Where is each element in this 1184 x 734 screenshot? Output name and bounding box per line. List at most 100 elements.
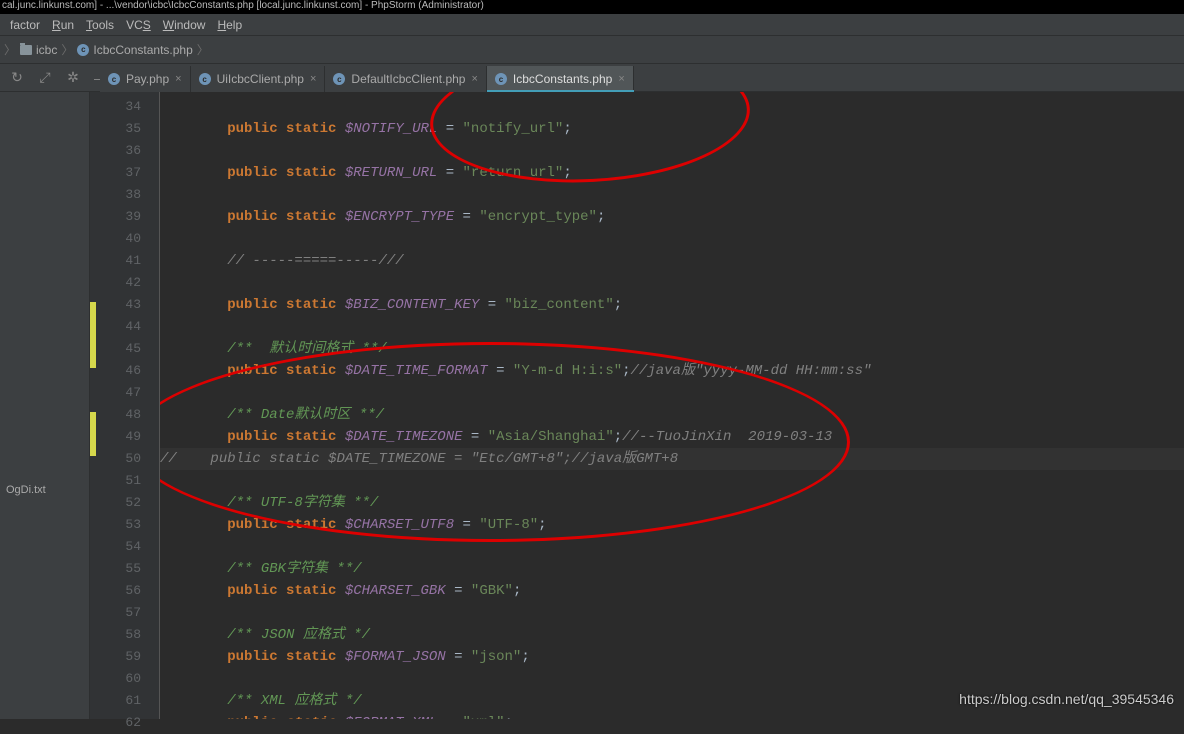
line-number: 51 bbox=[90, 470, 159, 492]
close-icon[interactable]: × bbox=[175, 73, 181, 85]
code-line[interactable]: public static $NOTIFY_URL = "notify_url"… bbox=[160, 118, 1184, 140]
expand-icon[interactable]: ⤢ bbox=[36, 69, 54, 87]
line-number: 43 bbox=[90, 294, 159, 316]
sidebar-file-item[interactable]: OgDi.txt bbox=[6, 484, 46, 496]
code-line[interactable]: public static $DATE_TIMEZONE = "Asia/Sha… bbox=[160, 426, 1184, 448]
menu-tools[interactable]: Tools bbox=[80, 16, 120, 34]
gear-icon[interactable]: ✲ bbox=[64, 69, 82, 87]
tab-label: DefaultIcbcClient.php bbox=[351, 72, 465, 86]
close-icon[interactable]: × bbox=[471, 73, 477, 85]
breadcrumb-folder-label: icbc bbox=[36, 43, 57, 57]
editor-tabs: c Pay.php × c UiIcbcClient.php × c DefaultIcbcC… bbox=[100, 64, 634, 92]
line-number: 53 bbox=[90, 514, 159, 536]
line-number: 61 bbox=[90, 690, 159, 712]
line-number: 41 bbox=[90, 250, 159, 272]
close-icon[interactable]: × bbox=[618, 73, 624, 85]
line-number: 36 bbox=[90, 140, 159, 162]
close-icon[interactable]: × bbox=[310, 73, 316, 85]
php-file-icon: c bbox=[495, 73, 507, 85]
code-line[interactable]: /** JSON 应格式 */ bbox=[160, 624, 1184, 646]
chevron-right-icon: 〉 bbox=[4, 41, 16, 58]
line-number: 60 bbox=[90, 668, 159, 690]
line-number: 58 bbox=[90, 624, 159, 646]
tab-label: IcbcConstants.php bbox=[513, 72, 612, 86]
line-number: 45 bbox=[90, 338, 159, 360]
code-line[interactable] bbox=[160, 316, 1184, 338]
code-line[interactable] bbox=[160, 470, 1184, 492]
sync-icon[interactable]: ↻ bbox=[8, 69, 26, 87]
code-line[interactable]: public static $CHARSET_GBK = "GBK"; bbox=[160, 580, 1184, 602]
code-line[interactable]: // -----=====-----/// bbox=[160, 250, 1184, 272]
line-number: 42 bbox=[90, 272, 159, 294]
title-bar: cal.junc.linkunst.com] - ...\vendor\icbc… bbox=[0, 0, 1184, 14]
line-number: 47 bbox=[90, 382, 159, 404]
line-number-gutter: 3435363738394041424344454647484950515253… bbox=[90, 92, 160, 719]
php-file-icon: c bbox=[77, 44, 89, 56]
code-line[interactable] bbox=[160, 668, 1184, 690]
tab-label: Pay.php bbox=[126, 72, 169, 86]
code-line[interactable]: public static $FORMAT_JSON = "json"; bbox=[160, 646, 1184, 668]
line-number: 55 bbox=[90, 558, 159, 580]
line-number: 52 bbox=[90, 492, 159, 514]
php-file-icon: c bbox=[199, 73, 211, 85]
chevron-right-icon: 〉 bbox=[197, 41, 209, 58]
code-line[interactable]: public static $CHARSET_UTF8 = "UTF-8"; bbox=[160, 514, 1184, 536]
breadcrumb-file[interactable]: c IcbcConstants.php bbox=[77, 43, 192, 57]
tab-uiicbcclient-php[interactable]: c UiIcbcClient.php × bbox=[191, 66, 326, 92]
tab-icbcconstants-php[interactable]: c IcbcConstants.php × bbox=[487, 66, 634, 92]
code-line[interactable]: /** GBK字符集 **/ bbox=[160, 558, 1184, 580]
code-line[interactable]: /** UTF-8字符集 **/ bbox=[160, 492, 1184, 514]
line-number: 50 bbox=[90, 448, 159, 470]
line-number: 34 bbox=[90, 96, 159, 118]
toolbar: ↻ ⤢ ✲ — cPay.php×cUiIcbcClient.php×cDefa… bbox=[0, 64, 1184, 92]
line-number: 54 bbox=[90, 536, 159, 558]
change-marker bbox=[90, 412, 96, 456]
chevron-right-icon: 〉 bbox=[61, 41, 73, 58]
tab-label: UiIcbcClient.php bbox=[217, 72, 304, 86]
code-editor[interactable]: public static $NOTIFY_URL = "notify_url"… bbox=[160, 92, 1184, 719]
folder-icon bbox=[20, 45, 32, 55]
watermark: https://blog.csdn.net/qq_39545346 bbox=[959, 691, 1174, 707]
php-file-icon: c bbox=[333, 73, 345, 85]
menu-vcs[interactable]: VCS bbox=[120, 16, 157, 34]
code-line[interactable]: public static $RETURN_URL = "return_url"… bbox=[160, 162, 1184, 184]
code-line[interactable]: public static $ENCRYPT_TYPE = "encrypt_t… bbox=[160, 206, 1184, 228]
line-number: 40 bbox=[90, 228, 159, 250]
code-line[interactable] bbox=[160, 228, 1184, 250]
php-file-icon: c bbox=[108, 73, 120, 85]
line-number: 46 bbox=[90, 360, 159, 382]
code-line[interactable] bbox=[160, 272, 1184, 294]
code-line[interactable] bbox=[160, 184, 1184, 206]
line-number: 44 bbox=[90, 316, 159, 338]
line-number: 35 bbox=[90, 118, 159, 140]
line-number: 57 bbox=[90, 602, 159, 624]
line-number: 48 bbox=[90, 404, 159, 426]
project-sidebar[interactable]: OgDi.txt bbox=[0, 92, 90, 719]
menu-help[interactable]: Help bbox=[211, 16, 248, 34]
breadcrumb-file-label: IcbcConstants.php bbox=[93, 43, 192, 57]
code-line[interactable]: /** 默认时间格式 **/ bbox=[160, 338, 1184, 360]
code-line[interactable]: public static $FORMAT_XML = "xml"; bbox=[160, 712, 1184, 719]
code-line[interactable]: // public static $DATE_TIMEZONE = "Etc/G… bbox=[160, 448, 1184, 470]
line-number: 37 bbox=[90, 162, 159, 184]
code-line[interactable] bbox=[160, 602, 1184, 624]
line-number: 38 bbox=[90, 184, 159, 206]
code-line[interactable] bbox=[160, 96, 1184, 118]
tab-defaulticbcclient-php[interactable]: c DefaultIcbcClient.php × bbox=[325, 66, 487, 92]
code-line[interactable]: public static $BIZ_CONTENT_KEY = "biz_co… bbox=[160, 294, 1184, 316]
code-line[interactable] bbox=[160, 140, 1184, 162]
breadcrumb-folder[interactable]: icbc bbox=[20, 43, 57, 57]
code-line[interactable]: public static $DATE_TIME_FORMAT = "Y-m-d… bbox=[160, 360, 1184, 382]
menu-run[interactable]: Run bbox=[46, 16, 80, 34]
code-line[interactable] bbox=[160, 536, 1184, 558]
line-number: 62 bbox=[90, 712, 159, 734]
code-line[interactable] bbox=[160, 382, 1184, 404]
menu-refactor[interactable]: factor bbox=[4, 16, 46, 34]
menu-window[interactable]: Window bbox=[157, 16, 212, 34]
breadcrumb: 〉 icbc 〉 c IcbcConstants.php 〉 bbox=[0, 36, 1184, 64]
change-marker bbox=[90, 302, 96, 368]
line-number: 59 bbox=[90, 646, 159, 668]
line-number: 56 bbox=[90, 580, 159, 602]
tab-pay-php[interactable]: c Pay.php × bbox=[100, 66, 191, 92]
code-line[interactable]: /** Date默认时区 **/ bbox=[160, 404, 1184, 426]
